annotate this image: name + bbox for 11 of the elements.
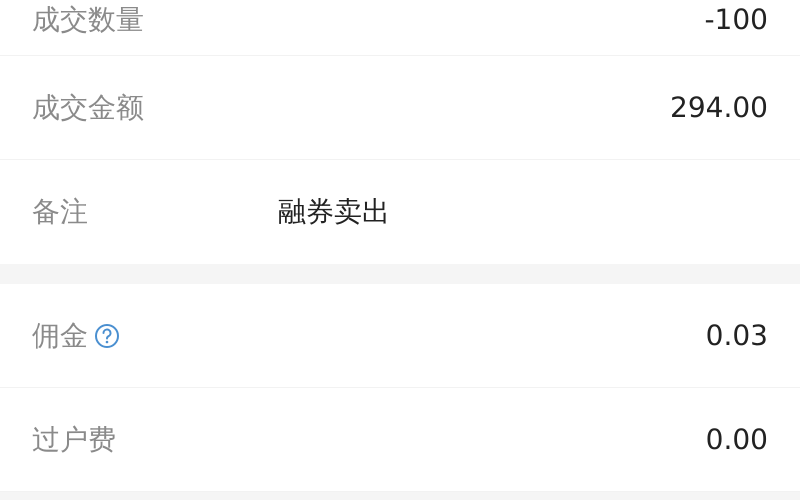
- row-value: 0.00: [706, 424, 768, 456]
- row-value: 294.00: [670, 92, 768, 124]
- row-label: 过户费: [32, 424, 116, 456]
- row-label: 备注: [32, 196, 88, 228]
- row-value: 融券卖出: [278, 196, 390, 228]
- help-icon[interactable]: [94, 322, 120, 348]
- row-label: 佣金: [32, 320, 88, 352]
- row-label: 成交数量: [32, 4, 144, 36]
- row-value: 0.03: [706, 320, 768, 352]
- row-label: 成交金额: [32, 92, 144, 124]
- row-value: -100: [704, 4, 768, 36]
